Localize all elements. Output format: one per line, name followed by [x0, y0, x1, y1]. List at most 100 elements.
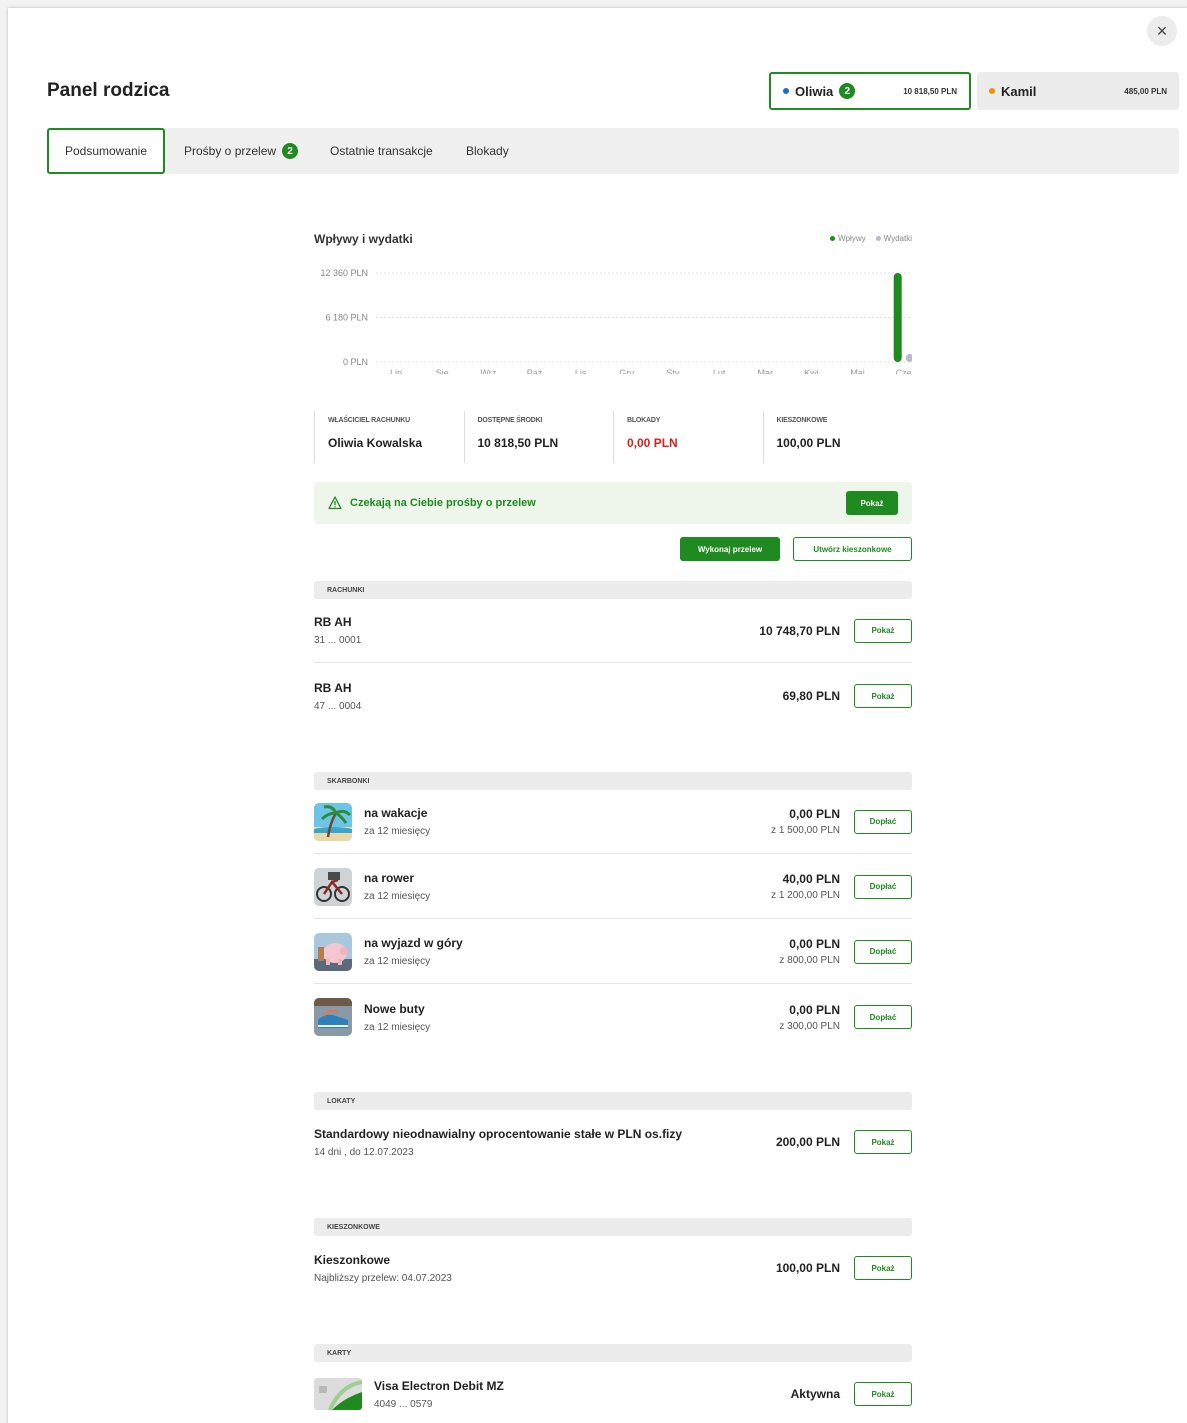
x-tick-label: Paź	[527, 368, 543, 374]
parent-panel-dialog: × Panel rodzica Oliwia 2 10 818,50 PLN K…	[8, 8, 1187, 1423]
x-tick-label: Kwi	[804, 368, 819, 374]
x-tick-label: Wrz	[480, 368, 496, 374]
x-tick-label: Gru	[619, 368, 634, 374]
transfer-requests-alert: Czekają na Ciebie prośby o przelew Pokaż	[314, 482, 912, 524]
payment-card-image	[314, 1378, 362, 1410]
y-tick-label: 0 PLN	[343, 357, 368, 367]
account-number: 31 ... 0001	[314, 635, 362, 646]
account-number: 47 ... 0004	[314, 700, 362, 712]
account-balance: 10 748,70 PLN	[759, 623, 840, 638]
deposit-name: Standardowy nieodnawialny oprocentowanie…	[314, 1126, 683, 1141]
close-button[interactable]: ×	[1147, 16, 1177, 46]
legend-item-expenses: Wydatki	[875, 234, 912, 243]
tab-summary[interactable]: Podsumowanie	[47, 128, 165, 174]
piggybank-name: na wakacje	[364, 806, 428, 820]
piggybank-name: na rower	[364, 871, 415, 885]
piggybank-goal: z 1 500,00 PLN	[771, 825, 840, 836]
info-label: BLOKADY	[627, 417, 661, 424]
piggybank-goal: z 300,00 PLN	[779, 1020, 840, 1032]
show-account-button[interactable]: Pokaż	[854, 618, 912, 643]
tab-blocks[interactable]: Blokady	[466, 128, 509, 174]
info-allowance: KIESZONKOWE 100,00 PLN	[762, 411, 913, 463]
piggybank-amount: 0,00 PLN	[789, 1002, 840, 1017]
income-expenses-chart: 12 360 PLN 6 180 PLN 0 PLN Lip Sie Wrz Paź Lis G…	[320, 268, 912, 374]
bar-income	[893, 273, 902, 362]
x-tick-label: Sie	[436, 368, 449, 374]
child-name: Oliwia	[795, 83, 834, 99]
shoes-image	[314, 998, 352, 1036]
child-balance: 10 818,50 PLN	[903, 86, 957, 96]
chart-legend: Wpływy Wydatki	[830, 234, 912, 243]
show-allowance-button[interactable]: Pokaż	[854, 1256, 912, 1280]
piggybank-row: na wakacje za 12 miesięcy 0,00 PLN z 1 5…	[314, 790, 912, 854]
deposit-row: Standardowy nieodnawialny oprocentowanie…	[314, 1110, 912, 1174]
info-value: Oliwia Kowalska	[328, 436, 423, 450]
piggybank-term: za 12 miesięcy	[364, 826, 431, 837]
piggybank-amount: 0,00 PLN	[789, 937, 840, 951]
piggy-bank-image	[314, 932, 352, 971]
account-name: RB AH	[314, 615, 352, 629]
piggybank-term: za 12 miesięcy	[364, 891, 431, 902]
allowance-amount: 100,00 PLN	[775, 1261, 840, 1275]
card-number: 4049 ... 0579	[374, 1398, 433, 1410]
info-value: 10 818,50 PLN	[477, 436, 559, 450]
piggybank-term: za 12 miesięcy	[364, 956, 431, 967]
tab-transfer-requests[interactable]: Prośby o przelew 2	[184, 128, 299, 174]
tab-label: Ostatnie transakcje	[330, 144, 433, 158]
allowance-next-transfer: Najbliższy przelew: 04.07.2023	[314, 1272, 452, 1284]
chart-title: Wpływy i wydatki	[314, 232, 413, 246]
tab-bar: Podsumowanie Prośby o przelew 2 Ostatnie…	[47, 128, 1179, 174]
child-requests-badge: 2	[839, 83, 856, 99]
info-available-funds: DOSTĘPNE ŚRODKI 10 818,50 PLN	[463, 411, 614, 463]
section-header-deposits: LOKATY	[314, 1092, 912, 1110]
info-label: DOSTĘPNE ŚRODKI	[477, 417, 543, 424]
piggybank-row: Nowe buty za 12 miesięcy 0,00 PLN z 300,…	[314, 985, 912, 1049]
close-icon: ×	[1156, 20, 1168, 41]
info-value: 100,00 PLN	[776, 436, 841, 450]
piggybank-name: na wyjazd w góry	[364, 936, 463, 950]
piggybank-amount: 40,00 PLN	[782, 872, 840, 886]
account-row: RB AH 47 ... 0004 69,80 PLN Pokaż	[314, 664, 912, 728]
show-requests-button[interactable]: Pokaż	[846, 491, 898, 515]
info-value: 0,00 PLN	[627, 436, 678, 450]
child-name: Kamil	[1001, 83, 1037, 99]
piggybank-name: Nowe buty	[364, 1001, 425, 1016]
create-allowance-button[interactable]: Utwórz kieszonkowe	[793, 537, 912, 561]
top-up-button[interactable]: Dopłać	[854, 809, 912, 834]
piggybank-amount: 0,00 PLN	[789, 807, 840, 821]
show-account-button[interactable]: Pokaż	[854, 684, 912, 708]
tab-badge: 2	[282, 143, 299, 159]
child-balance: 485,00 PLN	[1124, 86, 1167, 96]
show-deposit-button[interactable]: Pokaż	[854, 1130, 912, 1154]
child-selector-oliwia[interactable]: Oliwia 2 10 818,50 PLN	[769, 72, 971, 110]
tab-recent-transactions[interactable]: Ostatnie transakcje	[330, 128, 433, 174]
piggybank-goal: z 1 200,00 PLN	[771, 890, 840, 901]
y-tick-label: 6 180 PLN	[325, 313, 368, 323]
tab-label: Prośby o przelew	[184, 144, 277, 158]
account-name: RB AH	[314, 680, 352, 695]
allowance-row: Kieszonkowe Najbliższy przelew: 04.07.20…	[314, 1236, 912, 1300]
x-tick-label: Lip	[390, 368, 402, 374]
card-row: Visa Electron Debit MZ 4049 ... 0579 Akt…	[314, 1362, 912, 1423]
make-transfer-button[interactable]: Wykonaj przelew	[680, 537, 780, 561]
child-selector-kamil[interactable]: Kamil 485,00 PLN	[977, 72, 1179, 110]
action-buttons: Wykonaj przelew Utwórz kieszonkowe	[314, 537, 912, 563]
alert-text: Czekają na Ciebie prośby o przelew	[350, 497, 536, 509]
bicycle-image	[314, 867, 352, 906]
bar-expenses	[905, 354, 912, 362]
child-dot-icon	[989, 88, 995, 94]
top-up-button[interactable]: Dopłać	[854, 874, 912, 899]
piggybank-row: na wyjazd w góry za 12 miesięcy 0,00 PLN…	[314, 920, 912, 984]
info-blocks: BLOKADY 0,00 PLN	[613, 411, 763, 463]
account-row: RB AH 31 ... 0001 10 748,70 PLN Pokaż	[314, 599, 912, 663]
top-up-button[interactable]: Dopłać	[854, 939, 912, 964]
info-label: KIESZONKOWE	[776, 417, 828, 424]
top-up-button[interactable]: Dopłać	[854, 1005, 912, 1029]
card-status: Aktywna	[790, 1387, 840, 1401]
tab-label: Blokady	[466, 144, 509, 158]
show-card-button[interactable]: Pokaż	[854, 1382, 912, 1406]
x-tick-label: Sty	[666, 368, 680, 374]
child-dot-icon	[783, 88, 789, 94]
section-header-accounts: RACHUNKI	[314, 581, 912, 599]
account-balance: 69,80 PLN	[782, 689, 840, 703]
